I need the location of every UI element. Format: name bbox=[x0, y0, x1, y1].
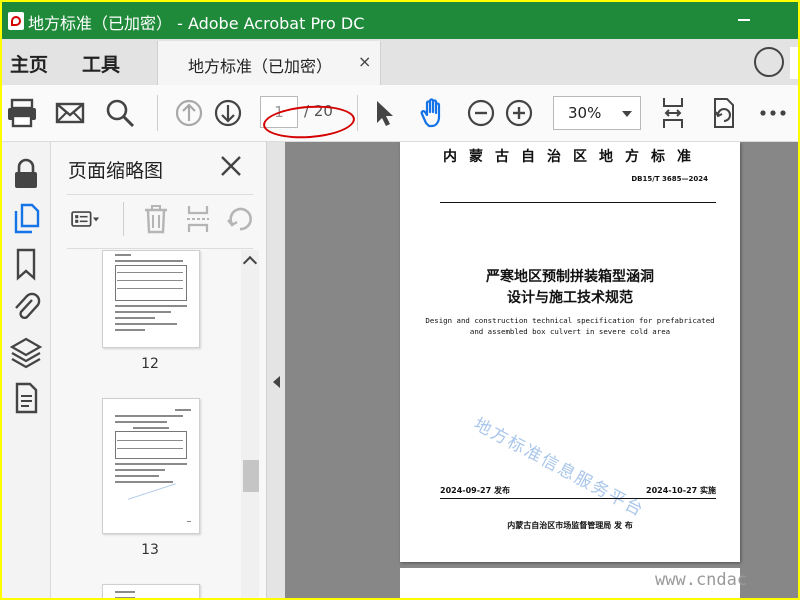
document-title-line-2: 设计与施工技术规范 bbox=[507, 290, 633, 306]
attachment-icon[interactable] bbox=[8, 288, 44, 324]
title-bar: 地方标准（已加密） - Adobe Acrobat Pro DC bbox=[2, 2, 798, 39]
printer-icon[interactable] bbox=[4, 95, 40, 131]
document-watermark: 地方标准信息服务平台 bbox=[470, 414, 648, 522]
mail-icon[interactable] bbox=[52, 95, 88, 131]
document-title-line-1: 严寒地区预制拼装箱型涵洞 bbox=[486, 269, 654, 285]
toolbar-separator bbox=[157, 95, 158, 131]
menu-bar: 主页 工具 地方标准（已加密） × bbox=[2, 39, 798, 85]
chevron-up-icon[interactable] bbox=[242, 255, 258, 271]
panel-title: 页面缩略图 bbox=[68, 160, 164, 182]
pages-icon[interactable] bbox=[8, 200, 44, 236]
close-icon[interactable] bbox=[217, 152, 245, 180]
thumbnail-scrollbar[interactable] bbox=[241, 250, 259, 598]
help-icon[interactable] bbox=[754, 47, 784, 77]
window-title: 地方标准（已加密） - Adobe Acrobat Pro DC bbox=[28, 14, 365, 33]
hand-icon[interactable] bbox=[414, 95, 450, 131]
bookmark-icon[interactable] bbox=[8, 246, 44, 282]
thumbnail-list: 12 13 bbox=[51, 250, 241, 598]
divider bbox=[67, 248, 253, 249]
options-menu-icon[interactable] bbox=[69, 202, 113, 236]
page-thumbnail[interactable] bbox=[102, 584, 200, 598]
toolbar-separator bbox=[357, 95, 358, 131]
page-thumbnail[interactable] bbox=[102, 398, 200, 534]
main-toolbar: 1 / 20 30% bbox=[2, 85, 798, 142]
english-title-line-2: and assembled box culvert in severe cold… bbox=[469, 327, 671, 336]
thumbnail-page-number: 12 bbox=[141, 356, 159, 372]
document-viewport[interactable]: 内蒙古自治区地方标准 DB15/T 3685—2024 严寒地区预制拼装箱型涵洞… bbox=[285, 142, 798, 598]
english-title-line-1: Design and construction technical specif… bbox=[425, 316, 715, 325]
footer-rule bbox=[440, 498, 716, 499]
panel-splitter[interactable] bbox=[266, 142, 285, 598]
layers-icon[interactable] bbox=[8, 334, 44, 370]
app-window: 地方标准（已加密） - Adobe Acrobat Pro DC 主页 工具 地… bbox=[2, 2, 798, 598]
menu-tools[interactable]: 工具 bbox=[82, 50, 120, 77]
divider bbox=[67, 194, 253, 195]
scrollbar-thumb[interactable] bbox=[243, 460, 259, 492]
search-icon[interactable] bbox=[102, 95, 138, 131]
thumbnail-page-number: 13 bbox=[141, 542, 159, 558]
implement-date: 2024-10-27 实施 bbox=[646, 486, 716, 495]
page-thumbnails-panel: 页面缩略图 12 13 bbox=[51, 142, 266, 598]
insert-page-icon[interactable] bbox=[181, 202, 215, 236]
document-tab[interactable]: 地方标准（已加密） × bbox=[157, 41, 381, 85]
trash-icon[interactable] bbox=[139, 202, 173, 236]
close-tab-button[interactable]: × bbox=[358, 52, 371, 71]
page-thumbnail[interactable] bbox=[102, 250, 200, 348]
publish-date: 2024-09-27 发布 bbox=[440, 486, 510, 495]
lock-icon[interactable] bbox=[8, 156, 44, 192]
page-up-icon[interactable] bbox=[171, 95, 207, 131]
site-watermark: www.cndac bbox=[655, 570, 748, 590]
zoom-out-icon[interactable] bbox=[463, 95, 499, 131]
acrobat-logo-icon bbox=[8, 12, 24, 30]
chevron-down-icon bbox=[622, 111, 632, 117]
standard-code: DB15/T 3685—2024 bbox=[631, 175, 708, 183]
zoom-select[interactable]: 30% bbox=[553, 96, 641, 130]
rotate-page-icon[interactable] bbox=[705, 95, 741, 131]
fit-page-icon[interactable] bbox=[655, 95, 691, 131]
header-rule bbox=[440, 202, 716, 203]
minimize-button[interactable] bbox=[738, 19, 750, 21]
select-arrow-icon[interactable] bbox=[366, 95, 402, 131]
zoom-value: 30% bbox=[568, 104, 602, 122]
standard-header: 内蒙古自治区地方标准 bbox=[443, 149, 703, 165]
menu-home[interactable]: 主页 bbox=[10, 50, 48, 77]
menu-edge bbox=[790, 47, 798, 79]
zoom-in-icon[interactable] bbox=[501, 95, 537, 131]
collapse-arrow-icon[interactable] bbox=[273, 376, 280, 388]
document-icon[interactable] bbox=[8, 380, 44, 416]
document-page: 内蒙古自治区地方标准 DB15/T 3685—2024 严寒地区预制拼装箱型涵洞… bbox=[400, 142, 740, 562]
more-icon[interactable] bbox=[755, 95, 791, 131]
issuer: 内蒙古自治区市场监督管理局 发 布 bbox=[507, 521, 633, 530]
left-rail bbox=[2, 142, 51, 598]
toolbar-separator bbox=[123, 202, 124, 236]
page-down-icon[interactable] bbox=[210, 95, 246, 131]
document-tab-label: 地方标准（已加密） bbox=[188, 57, 333, 76]
rotate-icon[interactable] bbox=[223, 202, 257, 236]
